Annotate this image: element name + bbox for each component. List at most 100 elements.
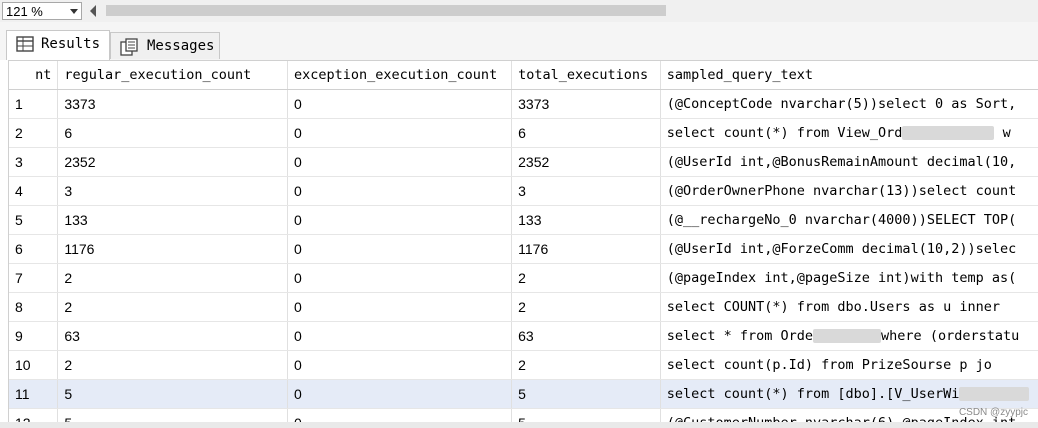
messages-icon <box>120 38 138 56</box>
table-row[interactable]: 6 1176 0 1176 (@UserId int,@ForzeComm decima… <box>9 234 1038 264</box>
cell[interactable]: 2352 <box>57 147 288 177</box>
cell[interactable]: 63 <box>57 321 288 351</box>
column-header[interactable]: nt <box>9 61 59 90</box>
row-number[interactable]: 8 <box>9 292 59 322</box>
column-header[interactable]: sampled_query_text <box>660 61 1038 90</box>
query-text: select count(*) from [dbo].[V_UserWi <box>666 386 960 402</box>
cell[interactable]: 1176 <box>511 234 661 264</box>
cell[interactable]: 2 <box>57 263 288 293</box>
cell[interactable]: 133 <box>511 205 661 235</box>
table-row[interactable]: 1 3373 0 3373 (@ConceptCode nvarchar(5))sele… <box>9 89 1038 119</box>
cell[interactable]: 5 <box>57 379 288 409</box>
cell[interactable]: 2352 <box>511 147 661 177</box>
cell[interactable]: select count(*) from [dbo].[V_UserWi <box>660 379 1038 409</box>
row-number[interactable]: 5 <box>9 205 59 235</box>
row-number[interactable]: 3 <box>9 147 59 177</box>
table-row[interactable]: 11 5 0 5 select count(*) from [dbo].[V_UserW… <box>9 379 1038 409</box>
table-row[interactable]: 4 3 0 3 (@OrderOwnerPhone nvarchar(13))selec… <box>9 176 1038 206</box>
row-number[interactable]: 12 <box>9 408 59 423</box>
cell[interactable]: select count(*) from View_Ord w <box>660 118 1038 148</box>
cell[interactable]: 0 <box>287 350 513 380</box>
table-row[interactable]: 3 2352 0 2352 (@UserId int,@BonusRemainAmoun… <box>9 147 1038 177</box>
row-number[interactable]: 1 <box>9 89 59 119</box>
cell[interactable]: 6 <box>57 118 288 148</box>
cell[interactable]: 0 <box>287 205 513 235</box>
cell[interactable]: 5 <box>511 408 661 423</box>
column-header[interactable]: exception_execution_count <box>287 61 513 90</box>
row-number[interactable]: 11 <box>9 379 59 409</box>
cell[interactable]: select COUNT(*) from dbo.Users as u inne… <box>660 292 1038 322</box>
column-header[interactable]: regular_execution_count <box>57 61 288 90</box>
cell[interactable]: (@__rechargeNo_0 nvarchar(4000))SELECT T… <box>660 205 1038 235</box>
cell[interactable]: 2 <box>511 292 661 322</box>
cell[interactable]: 0 <box>287 118 513 148</box>
table-row[interactable]: 5 133 0 133 (@__rechargeNo_0 nvarchar(4000))… <box>9 205 1038 235</box>
cell[interactable]: 0 <box>287 292 513 322</box>
query-text-tail: where (orderstatu <box>881 328 1020 344</box>
cell[interactable]: 133 <box>57 205 288 235</box>
grid-icon <box>16 36 34 52</box>
cell[interactable]: 0 <box>287 147 513 177</box>
cell[interactable]: (@pageIndex int,@pageSize int)with temp … <box>660 263 1038 293</box>
cell[interactable]: 63 <box>511 321 661 351</box>
bottom-scrollbar[interactable] <box>0 422 1038 428</box>
cell[interactable]: 5 <box>511 379 661 409</box>
cell[interactable]: 0 <box>287 408 513 423</box>
zoom-value: 121 % <box>6 4 43 19</box>
row-number[interactable]: 7 <box>9 263 59 293</box>
table-row[interactable]: 2 6 0 6 select count(*) from View_Ord w <box>9 118 1038 148</box>
cell[interactable]: select * from Orde where (orderstatu <box>660 321 1038 351</box>
redaction-blur <box>813 329 882 343</box>
cell[interactable]: 1176 <box>57 234 288 264</box>
watermark: CSDN @zyypjc <box>958 407 1028 418</box>
tab-results[interactable]: Results <box>6 30 110 60</box>
results-grid[interactable]: nt regular_execution_count exception_exe… <box>8 60 1038 423</box>
row-number[interactable]: 6 <box>9 234 59 264</box>
redaction-blur <box>902 126 995 140</box>
zoom-scroll-bar: 121 % <box>0 0 1038 23</box>
table-row[interactable]: 10 2 0 2 select count(p.Id) from PrizeSourse… <box>9 350 1038 380</box>
cell[interactable]: 0 <box>287 176 513 206</box>
tab-results-label: Results <box>41 36 101 52</box>
row-number[interactable]: 10 <box>9 350 59 380</box>
table-row[interactable]: 12 5 0 5 (@CustomerNumber nvarchar(6),@pageI… <box>9 408 1038 423</box>
results-table: nt regular_execution_count exception_exe… <box>9 61 1038 423</box>
scroll-left-icon[interactable] <box>90 5 96 17</box>
cell[interactable]: 0 <box>287 379 513 409</box>
cell[interactable]: (@UserId int,@BonusRemainAmount decimal(… <box>660 147 1038 177</box>
column-header[interactable]: total_executions <box>511 61 661 90</box>
cell[interactable]: (@ConceptCode nvarchar(5))select 0 as So… <box>660 89 1038 119</box>
cell[interactable]: 2 <box>511 350 661 380</box>
cell[interactable]: 2 <box>57 292 288 322</box>
cell[interactable]: 3 <box>511 176 661 206</box>
cell[interactable]: 0 <box>287 321 513 351</box>
query-text: select count(*) from View_Ord <box>666 125 903 141</box>
table-row[interactable]: 8 2 0 2 select COUNT(*) from dbo.Users as u … <box>9 292 1038 322</box>
table-row[interactable]: 7 2 0 2 (@pageIndex int,@pageSize int)with t… <box>9 263 1038 293</box>
header-row: nt regular_execution_count exception_exe… <box>9 61 1038 90</box>
cell[interactable]: 6 <box>511 118 661 148</box>
cell[interactable]: 5 <box>57 408 288 423</box>
horizontal-scrollbar-thumb[interactable] <box>106 5 666 16</box>
row-number[interactable]: 4 <box>9 176 59 206</box>
cell[interactable]: 3 <box>57 176 288 206</box>
result-tabs: Results Messages <box>0 22 1038 60</box>
tab-messages[interactable]: Messages <box>110 32 220 59</box>
table-row[interactable]: 9 63 0 63 select * from Orde where (orderstat… <box>9 321 1038 351</box>
cell[interactable]: 0 <box>287 234 513 264</box>
redaction-blur <box>959 387 1030 401</box>
cell[interactable]: 0 <box>287 89 513 119</box>
cell[interactable]: 0 <box>287 263 513 293</box>
zoom-dropdown[interactable]: 121 % <box>2 2 82 20</box>
cell[interactable]: 2 <box>511 263 661 293</box>
cell[interactable]: (@UserId int,@ForzeComm decimal(10,2))se… <box>660 234 1038 264</box>
row-number[interactable]: 2 <box>9 118 59 148</box>
cell[interactable]: select count(p.Id) from PrizeSourse p jo <box>660 350 1038 380</box>
row-number[interactable]: 9 <box>9 321 59 351</box>
chevron-down-icon[interactable] <box>70 9 78 14</box>
cell[interactable]: 3373 <box>511 89 661 119</box>
query-text-tail: w <box>1002 125 1011 141</box>
cell[interactable]: 2 <box>57 350 288 380</box>
cell[interactable]: 3373 <box>57 89 288 119</box>
cell[interactable]: (@OrderOwnerPhone nvarchar(13))select co… <box>660 176 1038 206</box>
